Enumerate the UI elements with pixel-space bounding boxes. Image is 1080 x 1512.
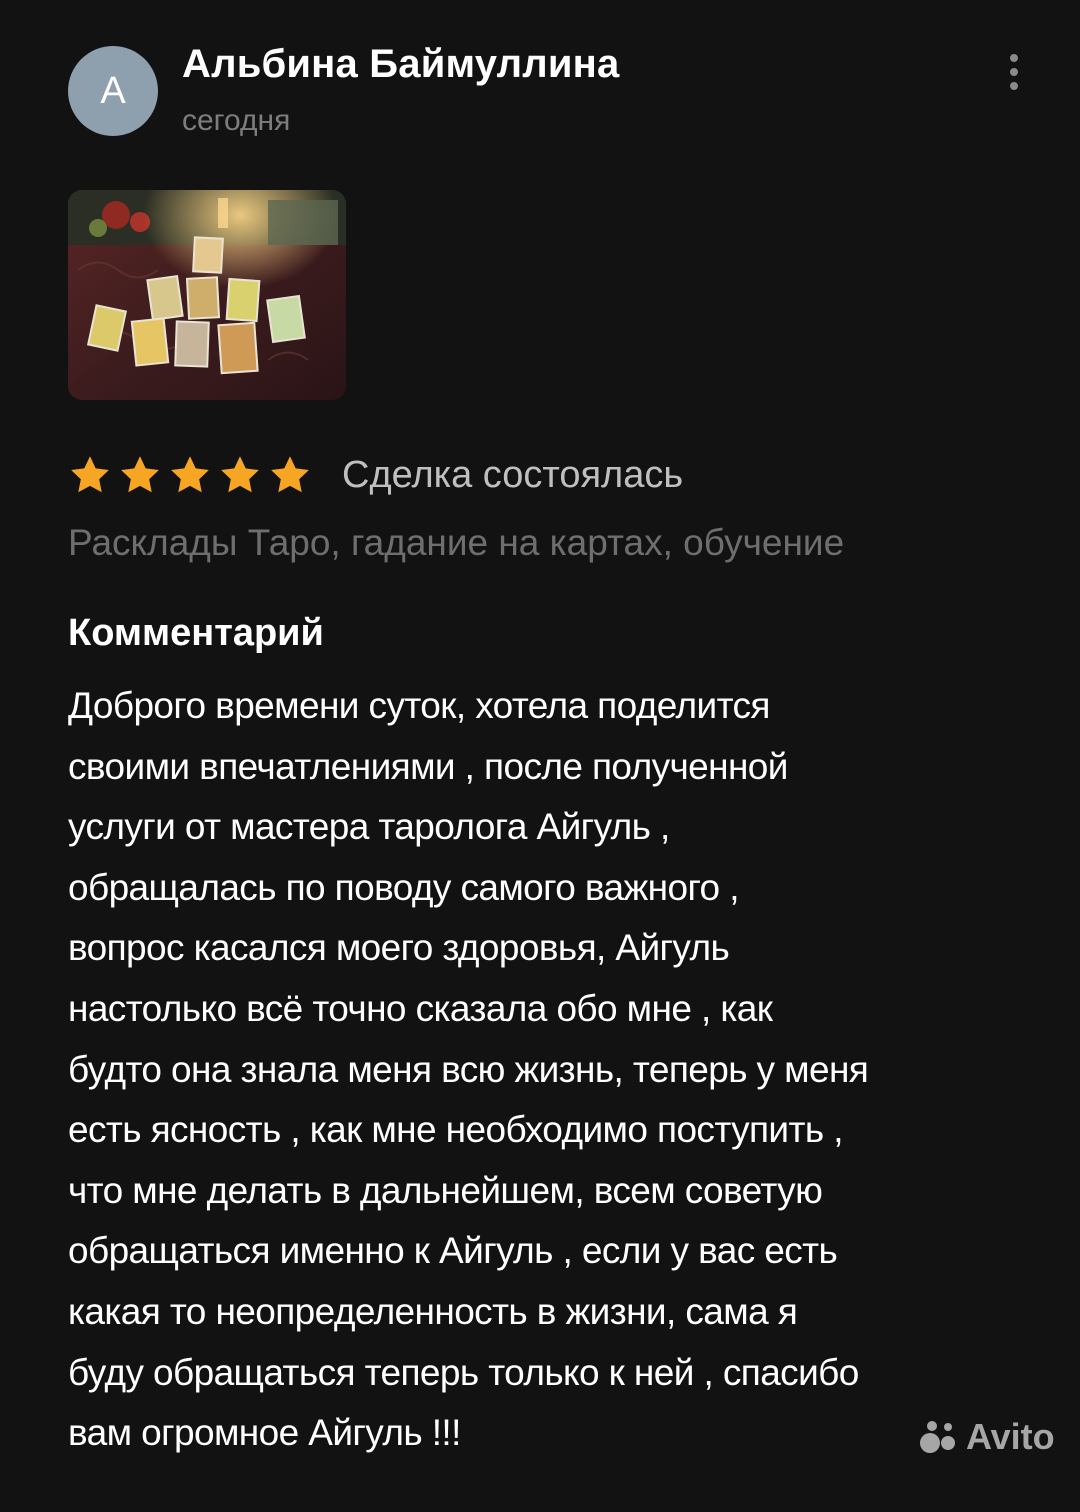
comment-line: какая то неопределенность в жизни, сама …: [68, 1290, 798, 1332]
tarot-photo-image: [68, 190, 346, 400]
comment-line: услуги от мастера таролога Айгуль ,: [68, 806, 670, 848]
service-title[interactable]: Расклады Таро, гадание на картах, обучен…: [68, 522, 844, 564]
avatar[interactable]: А: [68, 46, 158, 136]
comment-text: Доброго времени суток, хотела поделится …: [68, 676, 1058, 1464]
more-vertical-icon-dot: [1010, 82, 1018, 90]
comment-line: вопрос касался моего здоровья, Айгуль: [68, 927, 730, 969]
star-icon: [218, 453, 262, 497]
deal-status: Сделка состоялась: [342, 453, 684, 496]
review-card: А Альбина Баймуллина сегодня Сделка сост…: [0, 0, 1080, 1512]
comment-line: настолько всё точно сказала обо мне , ка…: [68, 987, 773, 1029]
comment-heading: Комментарий: [68, 612, 324, 654]
comment-line: своими впечатлениями , после полученной: [68, 745, 788, 787]
star-icon: [68, 453, 112, 497]
comment-line: буду обращаться теперь только к ней , сп…: [68, 1351, 859, 1393]
more-vertical-icon-dot: [1010, 68, 1018, 76]
star-icon: [168, 453, 212, 497]
rating-row: Сделка состоялась: [68, 450, 683, 500]
more-vertical-icon: [1010, 54, 1018, 62]
review-photo[interactable]: [68, 190, 346, 400]
comment-line: Доброго времени суток, хотела поделится: [68, 685, 770, 726]
more-options-button[interactable]: [996, 48, 1032, 96]
comment-line: обращалась по поводу самого важного ,: [68, 866, 739, 908]
comment-line: что мне делать в дальнейшем, всем совету…: [68, 1169, 823, 1211]
star-icon: [118, 453, 162, 497]
avito-wordmark: Avito: [966, 1416, 1055, 1457]
star-icon: [268, 453, 312, 497]
review-date: сегодня: [182, 104, 291, 137]
author-name[interactable]: Альбина Баймуллина: [182, 42, 620, 87]
comment-line: будто она знала меня всю жизнь, теперь у…: [68, 1048, 869, 1090]
avito-logo-icon: [920, 1421, 955, 1453]
star-rating: [68, 453, 312, 497]
comment-line: обращаться именно к Айгуль , если у вас …: [68, 1230, 838, 1272]
comment-line: есть ясность , как мне необходимо поступ…: [68, 1109, 843, 1151]
avito-watermark: Avito: [918, 1412, 1055, 1462]
avatar-letter: А: [100, 69, 126, 112]
comment-line: вам огромное Айгуль !!!: [68, 1412, 461, 1454]
